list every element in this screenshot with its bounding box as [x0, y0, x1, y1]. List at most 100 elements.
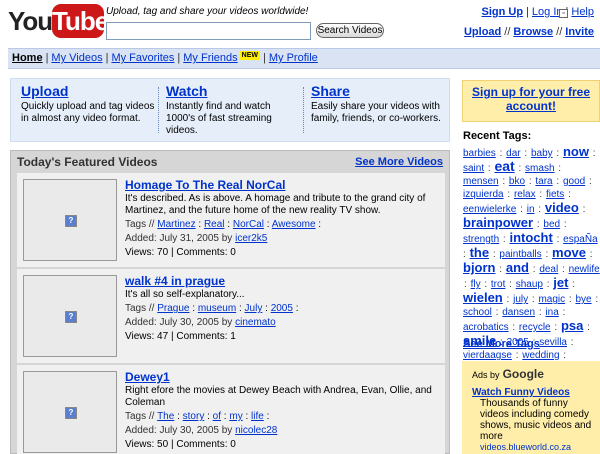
- tag-cloud-link[interactable]: recycle: [519, 322, 551, 333]
- tag-cloud-link[interactable]: wielen: [463, 290, 503, 305]
- tag-cloud-link[interactable]: baby: [531, 148, 553, 159]
- feature-upload-title[interactable]: Upload: [21, 83, 157, 99]
- nav-my-friends[interactable]: My Friends: [183, 52, 237, 64]
- tag-cloud-link[interactable]: acrobatics: [463, 322, 509, 333]
- tag-cloud-link[interactable]: fly: [471, 279, 481, 290]
- nav-home[interactable]: Home: [12, 52, 43, 64]
- tag-cloud-link[interactable]: smash: [525, 163, 554, 174]
- tag-cloud-link[interactable]: barbies: [463, 148, 496, 159]
- video-title-link[interactable]: Homage To The Real NorCal: [125, 179, 285, 191]
- tag-cloud-link[interactable]: bko: [509, 176, 525, 187]
- tag-cloud-link[interactable]: brainpower: [463, 215, 533, 230]
- tag-link[interactable]: Martinez: [157, 219, 195, 230]
- tag-cloud-link[interactable]: fiets: [546, 189, 564, 200]
- tag-cloud-link[interactable]: vierdaagse: [463, 350, 512, 361]
- video-title-link[interactable]: Dewey1: [125, 371, 170, 383]
- broken-image-icon: ?: [65, 215, 77, 227]
- tag-cloud-link[interactable]: mensen: [463, 176, 499, 187]
- help-link[interactable]: Help: [571, 6, 594, 18]
- signup-link[interactable]: Sign up for your free account!: [472, 85, 590, 113]
- video-added: Added: July 31, 2005 by icer2k5: [125, 233, 268, 244]
- tag-cloud-link[interactable]: ina: [545, 307, 558, 318]
- tag-cloud-link[interactable]: in: [527, 204, 535, 215]
- tag-cloud-link[interactable]: good: [563, 176, 585, 187]
- user-link[interactable]: icer2k5: [235, 233, 267, 244]
- youtube-logo[interactable]: You Tube: [8, 4, 109, 40]
- tag-separator: :: [509, 322, 518, 333]
- tag-cloud-link[interactable]: and: [506, 260, 529, 275]
- tag-cloud-link[interactable]: relax: [514, 189, 536, 200]
- see-more-tags-link[interactable]: See More Tags: [463, 338, 540, 350]
- tag-link[interactable]: story: [183, 411, 205, 422]
- user-link[interactable]: nicolec28: [235, 425, 277, 436]
- tag-cloud-link[interactable]: school: [463, 307, 492, 318]
- tag-cloud-link[interactable]: tara: [535, 176, 552, 187]
- tag-cloud-link[interactable]: izquierda: [463, 189, 504, 200]
- tagline: Upload, tag and share your videos worldw…: [106, 6, 309, 17]
- tag-link[interactable]: Real: [204, 219, 225, 230]
- video-item: ? Homage To The Real NorCal It's describ…: [17, 173, 445, 267]
- tag-separator: :: [589, 148, 596, 159]
- tag-cloud-link[interactable]: now: [563, 144, 589, 159]
- tag-separator: :: [553, 234, 563, 245]
- tag-cloud-link[interactable]: wedding: [522, 350, 559, 361]
- see-more-videos-link[interactable]: See More Videos: [355, 156, 443, 168]
- tag-cloud-link[interactable]: magic: [538, 294, 565, 305]
- tag-link[interactable]: life: [251, 411, 264, 422]
- tag-cloud-link[interactable]: video: [545, 200, 579, 215]
- tag-cloud-link[interactable]: strength: [463, 234, 499, 245]
- tag-cloud-link[interactable]: psa: [561, 318, 583, 333]
- tag-link[interactable]: July: [245, 303, 263, 314]
- log-in-link[interactable]: Log In: [532, 6, 563, 18]
- tag-cloud-link[interactable]: shaup: [516, 279, 543, 290]
- tag-link[interactable]: NorCal: [233, 219, 264, 230]
- nav-my-videos[interactable]: My Videos: [51, 52, 102, 64]
- tag-link[interactable]: 2005: [271, 303, 293, 314]
- tag-cloud-link[interactable]: dansen: [502, 307, 535, 318]
- video-title-link[interactable]: walk #4 in prague: [125, 275, 225, 287]
- tag-cloud-link[interactable]: espaÑa: [563, 234, 597, 245]
- nav-my-favorites[interactable]: My Favorites: [111, 52, 174, 64]
- video-thumbnail[interactable]: ?: [23, 275, 117, 357]
- user-link[interactable]: cinemato: [235, 317, 276, 328]
- tag-link[interactable]: my: [229, 411, 242, 422]
- tag-link[interactable]: Awesome: [272, 219, 316, 230]
- tag-separator: :: [496, 264, 505, 275]
- tag-link[interactable]: The: [157, 411, 174, 422]
- tag-cloud-link[interactable]: newlife: [569, 264, 600, 275]
- tag-cloud-link[interactable]: the: [470, 245, 490, 260]
- tag-separator: :: [553, 148, 562, 159]
- tag-cloud-link[interactable]: july: [513, 294, 528, 305]
- search-videos-button[interactable]: Search Videos: [316, 23, 384, 38]
- ad-info-icon[interactable]: ▫: [559, 9, 568, 18]
- search-input[interactable]: [106, 22, 311, 40]
- tag-cloud-link[interactable]: jet: [553, 275, 568, 290]
- invite-link[interactable]: Invite: [565, 26, 594, 38]
- feature-watch-title[interactable]: Watch: [166, 83, 302, 99]
- video-thumbnail[interactable]: ?: [23, 371, 117, 453]
- browse-link[interactable]: Browse: [513, 26, 553, 38]
- tag-cloud-link[interactable]: eenwielerke: [463, 204, 516, 215]
- upload-link[interactable]: Upload: [464, 26, 501, 38]
- feature-share-title[interactable]: Share: [311, 83, 447, 99]
- nav-my-profile[interactable]: My Profile: [269, 52, 318, 64]
- tag-cloud-link[interactable]: eat: [494, 158, 514, 174]
- tag-link[interactable]: museum: [198, 303, 236, 314]
- tag-cloud-link[interactable]: deal: [539, 264, 558, 275]
- tag-cloud-link[interactable]: bjorn: [463, 260, 496, 275]
- ad-title-link[interactable]: Watch Funny Videos: [472, 387, 594, 398]
- tag-cloud-link[interactable]: paintballs: [499, 249, 541, 260]
- video-thumbnail[interactable]: ?: [23, 179, 117, 261]
- tag-cloud-link[interactable]: sevilla: [539, 337, 567, 348]
- tag-cloud-link[interactable]: bed: [543, 219, 560, 230]
- tag-link[interactable]: of: [213, 411, 221, 422]
- feature-watch: Watch Instantly find and watch 1000's of…: [166, 83, 302, 137]
- tag-cloud-link[interactable]: trot: [491, 279, 505, 290]
- tag-link[interactable]: Prague: [157, 303, 189, 314]
- ad-url[interactable]: videos.blueworld.co.za: [472, 442, 594, 452]
- tag-cloud-link[interactable]: intocht: [509, 230, 552, 245]
- tag-cloud-link[interactable]: saint: [463, 163, 484, 174]
- tag-cloud-link[interactable]: move: [552, 245, 586, 260]
- sign-up-link[interactable]: Sign Up: [482, 6, 524, 18]
- tag-cloud-link[interactable]: bye: [575, 294, 591, 305]
